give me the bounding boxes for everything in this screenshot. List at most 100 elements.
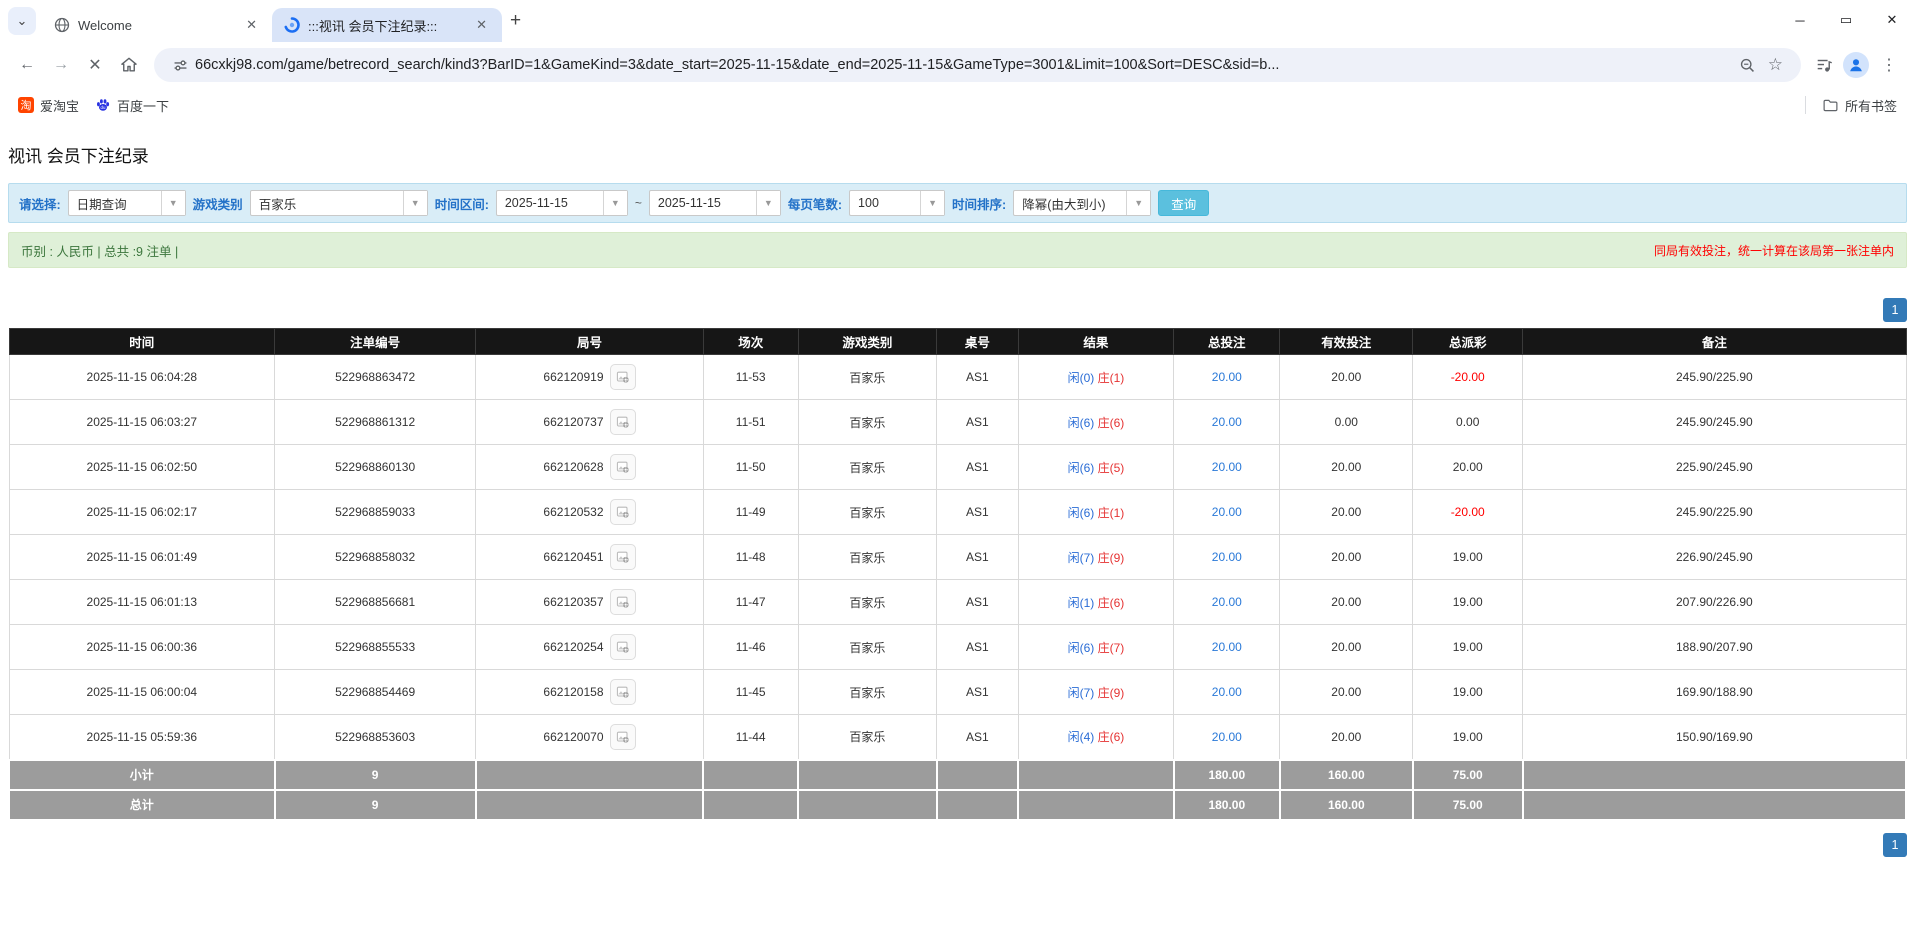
cell-bet-id: 522968859033 [275, 490, 476, 535]
bookmark-star-icon[interactable]: ☆ [1768, 55, 1783, 75]
payout-value: 0.00 [1456, 415, 1479, 429]
cell-result: 闲(4) 庄(6) [1018, 715, 1174, 760]
valid-bet-note: 同局有效投注，统一计算在该局第一张注单内 [1654, 242, 1894, 259]
replay-video-icon[interactable] [610, 454, 636, 480]
page-1-button[interactable]: 1 [1883, 298, 1907, 322]
page-title: 视讯 会员下注纪录 [8, 142, 1907, 167]
minimize-button[interactable]: ─ [1777, 0, 1823, 40]
per-page-select[interactable]: 100 ▼ [849, 190, 945, 216]
subtotal-row-cell: 160.00 [1280, 760, 1413, 790]
total-bet-link[interactable]: 20.00 [1212, 730, 1242, 744]
total-bet-link[interactable]: 20.00 [1212, 595, 1242, 609]
cell-time: 2025-11-15 06:00:36 [9, 625, 275, 670]
payout-value: 19.00 [1453, 685, 1483, 699]
cell-table-no: AS1 [937, 400, 1019, 445]
replay-video-icon[interactable] [610, 679, 636, 705]
address-bar[interactable]: 66cxkj98.com/game/betrecord_search/kind3… [154, 48, 1801, 82]
column-header: 游戏类别 [798, 329, 936, 355]
total-bet-link[interactable]: 20.00 [1212, 370, 1242, 384]
cell-session: 11-53 [703, 355, 798, 400]
total-bet-link[interactable]: 20.00 [1212, 550, 1242, 564]
cell-result: 闲(6) 庄(5) [1018, 445, 1174, 490]
all-bookmarks-button[interactable]: 所有书签 [1814, 92, 1905, 119]
chevron-down-icon[interactable]: ▼ [603, 191, 627, 215]
chevron-down-icon: ⌄ [17, 13, 28, 29]
cell-result: 闲(7) 庄(9) [1018, 670, 1174, 715]
tab-betrecord[interactable]: :::视讯 会员下注纪录::: ✕ [272, 8, 502, 42]
forward-button[interactable]: → [44, 48, 78, 82]
replay-video-icon[interactable] [610, 409, 636, 435]
chevron-down-icon[interactable]: ▼ [161, 191, 185, 215]
zoom-icon[interactable] [1739, 57, 1756, 74]
close-icon[interactable]: ✕ [471, 15, 492, 35]
date-start-select[interactable]: 2025-11-15 ▼ [496, 190, 628, 216]
cell-game-kind: 百家乐 [798, 670, 936, 715]
filter-panel: 请选择: 日期查询 ▼ 游戏类别 百家乐 ▼ 时间区间: 2025-11-15 … [8, 183, 1907, 223]
replay-video-icon[interactable] [610, 544, 636, 570]
cell-total-bet: 20.00 [1174, 490, 1280, 535]
total-bet-link[interactable]: 20.00 [1212, 415, 1242, 429]
cell-round: 662120737 [476, 400, 704, 445]
site-info-tune-icon[interactable] [172, 57, 189, 74]
sort-select[interactable]: 降幂(由大到小) ▼ [1013, 190, 1151, 216]
bookmarks-divider [1805, 96, 1806, 114]
media-controls-icon[interactable] [1815, 56, 1833, 74]
bookmark-label: 爱淘宝 [40, 96, 79, 115]
column-header: 局号 [476, 329, 704, 355]
cell-payout: -20.00 [1413, 490, 1523, 535]
stop-loading-button[interactable]: ✕ [78, 48, 112, 82]
search-button[interactable]: 查询 [1158, 190, 1209, 216]
total-row-cell [703, 790, 798, 820]
replay-video-icon[interactable] [610, 499, 636, 525]
maximize-button[interactable]: ▭ [1823, 0, 1869, 40]
browser-window: ⌄ Welcome ✕ :::视讯 会员下注纪录::: ✕ + ─ ▭ ✕ ← … [0, 0, 1915, 122]
cell-round: 662120254 [476, 625, 704, 670]
replay-video-icon[interactable] [610, 724, 636, 750]
table-row: 2025-11-15 06:00:04522968854469662120158… [9, 670, 1906, 715]
cell-payout: 19.00 [1413, 670, 1523, 715]
result-banker: 庄(9) [1098, 551, 1125, 565]
total-bet-link[interactable]: 20.00 [1212, 460, 1242, 474]
subtotal-row-cell [476, 760, 704, 790]
home-button[interactable] [112, 48, 146, 82]
cell-time: 2025-11-15 06:02:50 [9, 445, 275, 490]
chevron-down-icon[interactable]: ▼ [1126, 191, 1150, 215]
chevron-down-icon[interactable]: ▼ [920, 191, 944, 215]
chevron-down-icon[interactable]: ▼ [756, 191, 780, 215]
home-icon [119, 55, 139, 75]
tab-search-button[interactable]: ⌄ [8, 7, 36, 35]
cell-total-bet: 20.00 [1174, 355, 1280, 400]
cell-payout: -20.00 [1413, 355, 1523, 400]
cell-game-kind: 百家乐 [798, 535, 936, 580]
chevron-down-icon[interactable]: ▼ [403, 191, 427, 215]
profile-avatar[interactable] [1843, 52, 1869, 78]
replay-video-icon[interactable] [610, 364, 636, 390]
replay-video-icon[interactable] [610, 589, 636, 615]
close-window-button[interactable]: ✕ [1869, 0, 1915, 40]
total-row-cell [798, 790, 936, 820]
total-bet-link[interactable]: 20.00 [1212, 640, 1242, 654]
close-icon[interactable]: ✕ [241, 15, 262, 35]
payout-value: -20.00 [1451, 505, 1485, 519]
date-end-select[interactable]: 2025-11-15 ▼ [649, 190, 781, 216]
bookmark-baidu[interactable]: du 百度一下 [87, 92, 177, 119]
tab-welcome[interactable]: Welcome ✕ [42, 8, 272, 42]
query-type-select[interactable]: 日期查询 ▼ [68, 190, 186, 216]
total-bet-link[interactable]: 20.00 [1212, 505, 1242, 519]
page-1-button[interactable]: 1 [1883, 833, 1907, 857]
cell-table-no: AS1 [937, 490, 1019, 535]
replay-video-icon[interactable] [610, 634, 636, 660]
result-player: 闲(0) [1068, 371, 1095, 385]
toolbar-right-icons: ⋮ [1809, 51, 1905, 79]
game-kind-select[interactable]: 百家乐 ▼ [250, 190, 428, 216]
cell-table-no: AS1 [937, 670, 1019, 715]
result-banker: 庄(6) [1098, 730, 1125, 744]
all-bookmarks-label: 所有书签 [1845, 96, 1897, 115]
browser-menu-icon[interactable]: ⋮ [1873, 51, 1905, 79]
bookmark-taobao[interactable]: 淘 爱淘宝 [10, 92, 87, 119]
new-tab-button[interactable]: + [510, 10, 521, 32]
back-button[interactable]: ← [10, 48, 44, 82]
cell-total-bet: 20.00 [1174, 670, 1280, 715]
url-text[interactable]: 66cxkj98.com/game/betrecord_search/kind3… [195, 57, 1733, 73]
total-bet-link[interactable]: 20.00 [1212, 685, 1242, 699]
